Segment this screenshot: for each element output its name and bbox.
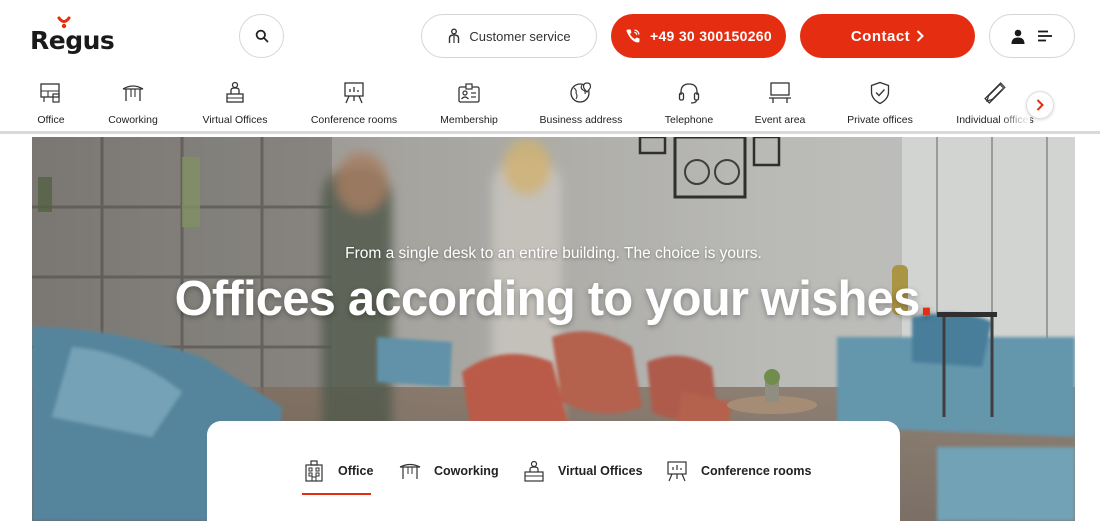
account-menu-button[interactable] <box>989 14 1075 58</box>
phone-number: +49 30 300150260 <box>650 28 772 44</box>
search-icon <box>255 29 268 43</box>
cat-virtual-offices[interactable]: Virtual Offices <box>198 80 272 128</box>
membership-card-icon <box>458 83 480 103</box>
user-icon <box>1011 29 1025 44</box>
site-header: Regus Customer service +49 30 300150260 … <box>0 0 1100 72</box>
globe-pin-icon <box>570 82 592 103</box>
tab-label: Conference rooms <box>701 464 812 478</box>
tab-label: Virtual Offices <box>558 464 643 478</box>
menu-icon <box>1038 30 1052 42</box>
cat-label: Conference rooms <box>310 114 398 126</box>
conference-board-icon <box>667 461 687 482</box>
hero-title: Offices according to your wishes. <box>32 271 1075 327</box>
hero-title-dot: . <box>919 272 934 326</box>
phone-button[interactable]: +49 30 300150260 <box>611 14 786 58</box>
tab-office[interactable]: Office <box>302 451 373 491</box>
cat-private-offices[interactable]: Private offices <box>845 80 915 128</box>
cat-event-area[interactable]: Event area <box>753 80 807 128</box>
cat-membership[interactable]: Membership <box>438 80 500 128</box>
cat-label: Telephone <box>664 114 714 126</box>
customer-service-label: Customer service <box>469 28 571 44</box>
virtual-office-icon <box>226 81 244 103</box>
search-tabs-card: Office Coworking Virtual Offices Confere… <box>207 421 900 521</box>
logo-text: Regus <box>30 26 115 55</box>
tab-label: Coworking <box>434 464 499 478</box>
cat-label: Virtual Offices <box>202 114 268 126</box>
cat-label: Private offices <box>847 114 913 126</box>
virtual-office-icon <box>524 460 544 482</box>
cat-label: Office <box>37 114 65 126</box>
customer-service-button[interactable]: Customer service <box>421 14 597 58</box>
cat-label: Coworking <box>108 114 158 126</box>
cat-telephone[interactable]: Telephone <box>662 80 716 128</box>
tab-conference-rooms[interactable]: Conference rooms <box>665 451 811 491</box>
contact-label: Contact <box>850 27 911 45</box>
headset-icon <box>678 83 700 104</box>
hero-title-text: Offices according to your wishes <box>174 272 921 326</box>
cat-coworking[interactable]: Coworking <box>104 80 162 128</box>
cat-label: Business address <box>539 114 623 126</box>
hero-subtitle: From a single desk to an entire building… <box>345 245 762 262</box>
building-icon <box>305 460 323 482</box>
coworking-table-icon <box>122 85 144 101</box>
phone-icon <box>626 29 640 43</box>
cat-label: Event area <box>754 114 806 126</box>
office-desk-icon <box>40 83 60 103</box>
conference-board-icon <box>344 82 364 104</box>
cat-office[interactable]: Office <box>32 80 70 128</box>
cat-business-address[interactable]: Business address <box>538 80 624 128</box>
tab-label: Office <box>338 464 374 478</box>
active-tab-indicator <box>302 493 371 495</box>
cat-conference-rooms[interactable]: Conference rooms <box>308 80 400 128</box>
cat-label: Membership <box>440 114 498 126</box>
event-podium-icon <box>769 82 791 103</box>
category-next-button[interactable] <box>1026 91 1054 119</box>
search-button[interactable] <box>239 14 284 58</box>
category-nav: Office Coworking Virtual Offices Confere… <box>0 72 1100 134</box>
chevron-right-icon <box>916 30 925 42</box>
chevron-right-icon <box>1036 99 1044 111</box>
contact-button[interactable]: Contact <box>800 14 975 58</box>
tab-virtual-offices[interactable]: Virtual Offices <box>522 451 643 491</box>
shield-icon <box>870 81 890 105</box>
coworking-table-icon <box>399 463 421 479</box>
tab-coworking[interactable]: Coworking <box>398 451 499 491</box>
person-support-icon <box>449 28 460 43</box>
